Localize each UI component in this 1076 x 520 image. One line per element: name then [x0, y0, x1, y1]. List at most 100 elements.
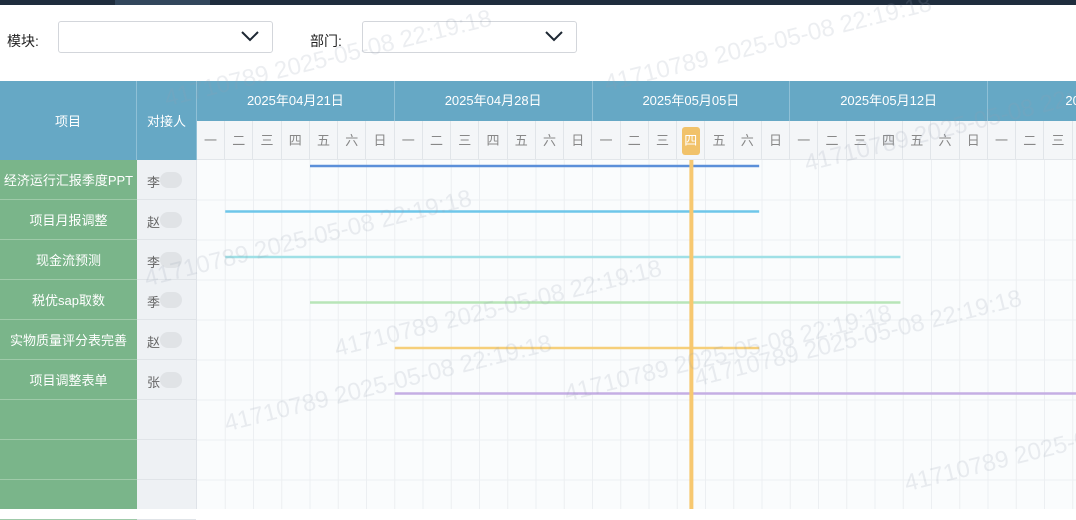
project-column: 经济运行汇报季度PPT 项目月报调整 现金流预测 税优sap取数 实物质量评分表完善 项目… [0, 160, 137, 520]
weekday-cell: 一 [197, 121, 225, 159]
weekday-cell: 一 [988, 121, 1016, 159]
weekday-cell: 三 [649, 121, 677, 159]
weekday-cell: 四 [480, 121, 508, 159]
contact-name: 李 [147, 255, 161, 270]
redacted-name-mask [160, 252, 182, 268]
contact-column-header: 对接人 [137, 81, 197, 160]
contact-column: 李赵李季赵张 [137, 160, 197, 520]
week-header: 2025年05月12日 [790, 81, 988, 121]
weekday-label: 一 [797, 133, 811, 148]
weekday-label: 四 [288, 133, 302, 148]
weekday-cell: 二 [1016, 121, 1045, 159]
department-select[interactable] [362, 21, 577, 53]
weekday-cell: 三 [254, 121, 282, 159]
empty-contact-cell [137, 400, 196, 440]
week-header: 2025年04月28日 [395, 81, 593, 121]
contact-cell: 李 [137, 240, 196, 280]
timeline-svg [197, 160, 1076, 509]
weekday-cell: 日 [367, 121, 395, 159]
contact-name: 李 [147, 175, 161, 190]
weekday-cell: 三 [451, 121, 480, 159]
weekday-cell: 五 [706, 121, 734, 159]
contact-cell: 季 [137, 280, 196, 320]
weekday-label: 二 [232, 133, 246, 148]
weekday-cell: 一 [395, 121, 423, 159]
weekday-label: 六 [740, 133, 754, 148]
chevron-down-icon [545, 31, 563, 42]
weekday-label: 三 [1051, 133, 1065, 148]
redacted-name-mask [160, 212, 182, 228]
today-weekday-cell: 四 [677, 121, 706, 159]
weekday-cell: 五 [903, 121, 932, 159]
weekday-label: 四 [881, 133, 895, 148]
weekday-cell: 二 [423, 121, 451, 159]
empty-contact-cell [137, 440, 196, 480]
weekday-cell: 日 [960, 121, 988, 159]
weekday-label: 二 [825, 133, 839, 148]
weekday-label: 五 [316, 133, 330, 148]
weekday-label: 一 [599, 133, 613, 148]
week-header: 2025年04月21日 [197, 81, 395, 121]
contact-cell: 张 [137, 360, 196, 400]
redacted-name-mask [160, 332, 182, 348]
weekday-cell: 二 [819, 121, 847, 159]
weekday-cell: 五 [508, 121, 536, 159]
weekday-label: 六 [542, 133, 556, 148]
project-name-cell[interactable]: 税优sap取数 [0, 280, 137, 320]
chevron-down-icon [241, 31, 259, 42]
weekday-label: 五 [514, 133, 528, 148]
weekday-label: 二 [627, 133, 641, 148]
empty-contact-cell [137, 480, 196, 520]
redacted-name-mask [160, 292, 182, 308]
weekday-label: 三 [655, 133, 669, 148]
weekday-label: 四 [486, 133, 500, 148]
filter-bar: 模块: 部门: [0, 5, 1076, 81]
weekday-label: 日 [966, 133, 980, 148]
weekday-cell: 日 [564, 121, 593, 159]
redacted-name-mask [160, 172, 182, 188]
department-label: 部门: [310, 33, 342, 49]
redacted-name-mask [160, 372, 182, 388]
weekday-label: 日 [768, 133, 782, 148]
weekday-cell: 六 [536, 121, 564, 159]
weekday-cell: 四 [282, 121, 310, 159]
weekday-label: 五 [712, 133, 726, 148]
empty-project-cell [0, 400, 137, 440]
weekday-label: 六 [938, 133, 952, 148]
timeline-area [197, 160, 1076, 509]
empty-project-cell [0, 440, 137, 480]
weekday-label: 一 [203, 133, 217, 148]
weekday-cell: 六 [734, 121, 762, 159]
project-name-cell[interactable]: 现金流预测 [0, 240, 137, 280]
weekday-label: 日 [571, 133, 585, 148]
weekday-cell: 一 [593, 121, 621, 159]
weekday-cell: 六 [338, 121, 367, 159]
weekday-label: 二 [429, 133, 443, 148]
weekday-label: 一 [994, 133, 1008, 148]
weekday-cell: 三 [847, 121, 875, 159]
module-select[interactable] [58, 21, 273, 53]
week-header-row: 2025年04月21日 2025年04月28日 2025年05月05日 2025年05… [197, 81, 1076, 121]
weekday-cell: 一 [790, 121, 819, 159]
contact-cell: 赵 [137, 200, 196, 240]
module-label: 模块: [7, 33, 39, 49]
weekday-label: 四 [681, 127, 700, 155]
week-header: 2025年05月05日 [593, 81, 791, 121]
project-name-cell[interactable]: 项目月报调整 [0, 200, 137, 240]
project-name-cell[interactable]: 实物质量评分表完善 [0, 320, 137, 360]
project-name-cell[interactable]: 经济运行汇报季度PPT [0, 160, 137, 200]
weekday-cell: 三 [1045, 121, 1073, 159]
empty-project-cell [0, 480, 137, 520]
gantt-chart: 项目 对接人 2025年04月21日 2025年04月28日 2025年05月05日… [0, 81, 1076, 520]
weekday-header-row: 一二三四五六日一二三四五六日一二三四五六日一二三四五六日一二三 [197, 121, 1076, 160]
weekday-label: 三 [260, 133, 274, 148]
weekday-label: 三 [458, 133, 472, 148]
project-name-cell[interactable]: 项目调整表单 [0, 360, 137, 400]
contact-name: 赵 [147, 335, 161, 350]
weekday-label: 五 [910, 133, 924, 148]
weekday-cell: 二 [225, 121, 254, 159]
weekday-label: 六 [345, 133, 359, 148]
weekday-cell: 二 [621, 121, 649, 159]
contact-name: 赵 [147, 215, 161, 230]
week-header: 2025年 [988, 81, 1076, 121]
